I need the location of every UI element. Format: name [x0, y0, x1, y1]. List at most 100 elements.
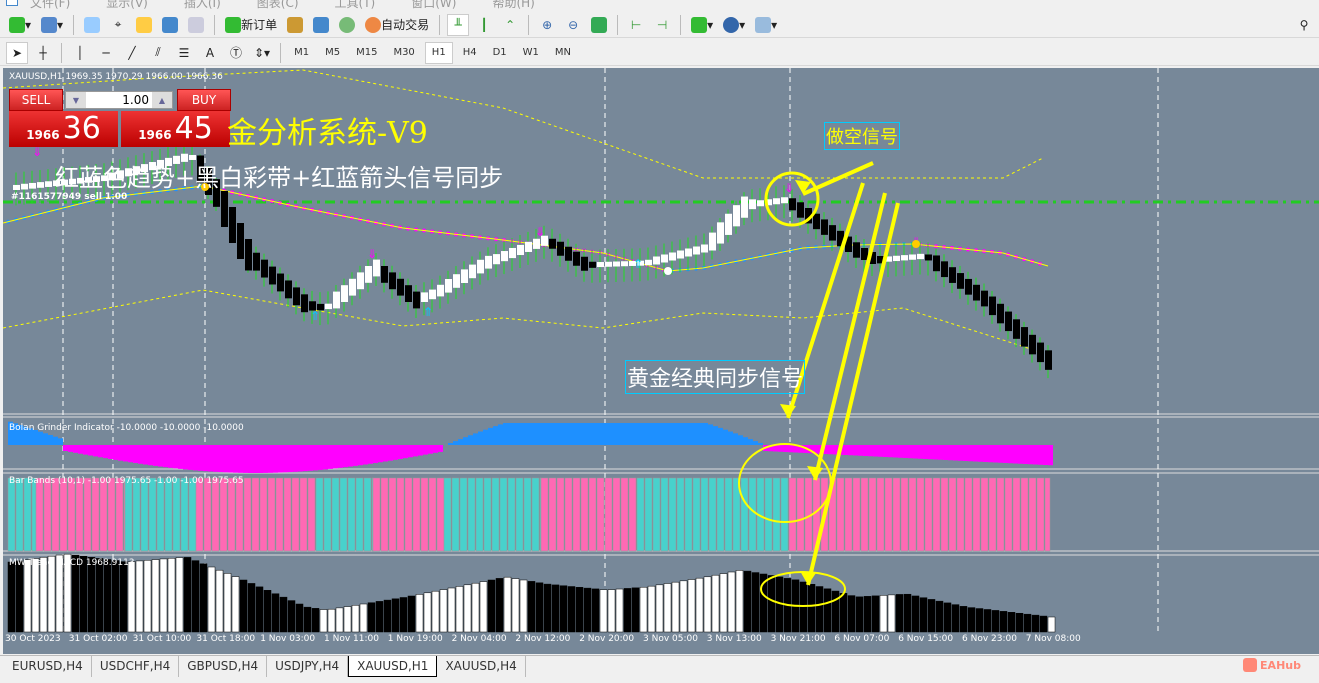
bolan-bar	[953, 445, 958, 461]
menu-help[interactable]: 帮助(H)	[492, 0, 534, 10]
templates-button[interactable]: ▾	[752, 14, 780, 36]
chart-window[interactable]: ⇓⇓⇓⇓⇓⇑⇑⇑ XAUUSD,H1 1969.35 1970.29 1966.…	[3, 68, 1319, 654]
time-axis-label: 31 Oct 10:00	[132, 634, 192, 644]
bolan-bar	[233, 445, 238, 473]
tile-windows-button[interactable]	[588, 14, 610, 36]
tf-d1[interactable]: D1	[487, 42, 513, 64]
tf-h1[interactable]: H1	[424, 41, 453, 64]
tf-h4[interactable]: H4	[457, 42, 483, 64]
bolan-indicator-label: Bolan Grinder Indicator -10.0000 -10.000…	[9, 423, 244, 433]
bar-chart-button[interactable]: ╨	[447, 13, 470, 36]
menu-window[interactable]: 窗口(W)	[411, 0, 456, 10]
tab-usdchf-h4[interactable]: USDCHF,H4	[92, 656, 180, 677]
data-window-button[interactable]: ⌖	[107, 14, 129, 36]
bolan-bar	[103, 445, 108, 459]
heiken-ashi-candle	[821, 219, 828, 235]
lot-increase-icon[interactable]: ▲	[152, 92, 172, 108]
bar-band	[548, 477, 557, 552]
trendline-button[interactable]: ╱	[121, 42, 143, 64]
new-order-button[interactable]: 新订单	[222, 14, 280, 36]
bolan-bar	[363, 445, 368, 465]
tf-w1[interactable]: W1	[517, 42, 545, 64]
chart-shift-button[interactable]: ⊣	[651, 14, 673, 36]
crosshair-button[interactable]: ┼	[32, 42, 54, 64]
autoscroll-button[interactable]: ⊢	[625, 14, 647, 36]
buy-price-pips: 45	[174, 111, 213, 146]
candlestick-button[interactable]: ┃	[473, 14, 495, 36]
zoom-in-button[interactable]: ⊕	[536, 14, 558, 36]
buy-button[interactable]: BUY	[177, 89, 231, 111]
new-chart-button[interactable]: ▾	[6, 14, 34, 36]
periods-button[interactable]: ▾	[720, 14, 748, 36]
tab-xauusd-h4[interactable]: XAUUSD,H4	[437, 656, 526, 677]
bolan-bar	[408, 445, 413, 458]
bolan-bar	[943, 445, 948, 460]
bar-band	[1012, 477, 1021, 552]
bolan-bar	[193, 445, 198, 471]
menu-tools[interactable]: 工具(T)	[335, 0, 376, 10]
sell-button[interactable]: SELL	[9, 89, 63, 111]
macd-bar	[391, 598, 400, 633]
indicators-button[interactable]: ▾	[688, 14, 716, 36]
bar-bands-label: Bar Bands (10,1) -1.00 1975.65 -1.00 -1.…	[9, 476, 244, 486]
sell-price[interactable]: 1966 36	[9, 111, 118, 147]
heiken-ashi-candle	[13, 184, 20, 190]
tester-button[interactable]	[185, 14, 207, 36]
lot-size-input[interactable]: 1.00	[86, 93, 152, 107]
lot-decrease-icon[interactable]: ▼	[66, 92, 86, 108]
zoom-out-button[interactable]: ⊖	[562, 14, 584, 36]
bolan-bar	[598, 423, 603, 445]
bar-band	[596, 477, 605, 552]
menu-file[interactable]: 文件(F)	[30, 0, 70, 10]
navigator-button[interactable]	[133, 14, 155, 36]
search-button[interactable]: ⚲	[1293, 14, 1315, 36]
vertical-line-button[interactable]: │	[69, 42, 91, 64]
tab-eurusd-h4[interactable]: EURUSD,H4	[4, 656, 92, 677]
tf-mn[interactable]: MN	[549, 42, 577, 64]
tf-m1[interactable]: M1	[288, 42, 315, 64]
buy-price[interactable]: 1966 45	[121, 111, 230, 147]
macd-bar	[1023, 613, 1032, 633]
tf-m30[interactable]: M30	[387, 42, 420, 64]
text-label-button[interactable]: Ⓣ	[225, 42, 247, 64]
auto-trading-button[interactable]: 自动交易	[362, 14, 432, 36]
bar-band	[660, 477, 669, 552]
profiles-button[interactable]: ▾	[38, 14, 66, 36]
market-watch-button[interactable]	[81, 14, 103, 36]
bolan-bar	[938, 445, 943, 460]
arrows-button[interactable]: ⇕▾	[251, 42, 273, 64]
menu-view[interactable]: 显示(V)	[106, 0, 148, 10]
bolan-bar	[293, 445, 298, 472]
cursor-button[interactable]: ➤	[6, 41, 28, 64]
tf-m15[interactable]: M15	[350, 42, 383, 64]
menu-insert[interactable]: 插入(I)	[184, 0, 221, 10]
tf-m5[interactable]: M5	[319, 42, 346, 64]
fibonacci-button[interactable]: ☰	[173, 42, 195, 64]
heiken-ashi-candle	[429, 289, 436, 300]
bar-band	[908, 477, 917, 552]
bar-band	[347, 477, 356, 552]
bolan-bar	[523, 423, 528, 445]
menu-charts[interactable]: 图表(C)	[257, 0, 299, 10]
text-button[interactable]: A	[199, 42, 221, 64]
community-button[interactable]	[310, 14, 332, 36]
tab-xauusd-h1[interactable]: XAUUSD,H1	[348, 656, 438, 677]
bolan-bar	[848, 445, 853, 456]
horizontal-line-button[interactable]: ─	[95, 42, 117, 64]
bar-band	[428, 477, 437, 552]
metaeditor-button[interactable]	[284, 14, 306, 36]
terminal-button[interactable]	[159, 14, 181, 36]
bar-chart-icon: ╨	[454, 17, 462, 32]
tab-gbpusd-h4[interactable]: GBPUSD,H4	[179, 656, 268, 677]
lot-size-stepper[interactable]: ▼ 1.00 ▲	[65, 91, 173, 109]
order-label[interactable]: #1161577949 sell 1.00	[11, 192, 127, 202]
line-chart-button[interactable]: ⌃	[499, 14, 521, 36]
heiken-ashi-candle	[221, 191, 228, 227]
bolan-bar	[438, 445, 443, 452]
sell-arrow-icon: ⇓	[784, 181, 794, 195]
tab-usdjpy-h4[interactable]: USDJPY,H4	[267, 656, 349, 677]
channel-button[interactable]: ⫽	[147, 42, 169, 64]
signals-button[interactable]	[336, 14, 358, 36]
bolan-bar	[608, 423, 613, 445]
bolan-bar	[333, 445, 338, 469]
